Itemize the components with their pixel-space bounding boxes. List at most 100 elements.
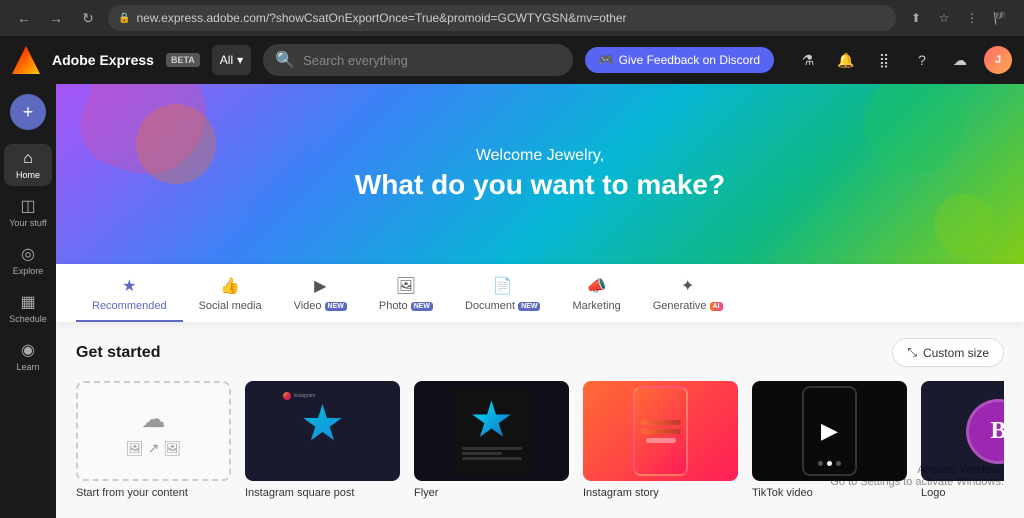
insta-star [303, 404, 343, 444]
video-new-badge: NEW [325, 302, 347, 311]
flag-icon[interactable]: 🏴 [988, 6, 1012, 30]
sidebar-item-schedule[interactable]: ▦ Schedule [4, 286, 52, 330]
tab-marketing-label: Marketing [572, 300, 620, 312]
url-bar[interactable]: 🔒 new.express.adobe.com/?showCsatOnExpor… [108, 5, 896, 31]
flyer-lines [462, 445, 522, 462]
flyer-line-2 [462, 452, 502, 455]
top-nav: Adobe Express BETA All ▾ 🔍 🎮 Give Feedba… [0, 36, 1024, 84]
template-card-tiktok[interactable]: ▶ TikTok video [752, 381, 907, 499]
sidebar-label-learn: Learn [16, 362, 39, 372]
card-thumb-insta-square: instagram [245, 381, 400, 481]
sidebar-label-schedule: Schedule [9, 314, 47, 324]
photo-new-badge: NEW [411, 302, 433, 311]
insta-mockup: instagram [278, 387, 368, 475]
nav-icons: ⚗ 🔔 ⣿ ? ☁ J [794, 46, 1012, 74]
photo-small-icon: 🖼 [126, 440, 144, 457]
card-label-from-content: Start from your content [76, 487, 231, 499]
template-card-logo[interactable]: B Logo [921, 381, 1004, 499]
generative-ai-badge: AI [710, 302, 723, 311]
sidebar-item-your-stuff[interactable]: ◫ Your stuff [4, 190, 52, 234]
add-button[interactable]: + [10, 94, 46, 130]
tab-recommended[interactable]: ★ Recommended [76, 264, 183, 322]
template-card-from-content[interactable]: ☁ 🖼 ↗ 🖼 Start from your content [76, 381, 231, 499]
flask-icon[interactable]: ⚗ [794, 46, 822, 74]
discord-button[interactable]: 🎮 Give Feedback on Discord [585, 47, 774, 73]
card-label-flyer: Flyer [414, 487, 569, 499]
app-name: Adobe Express [52, 52, 154, 68]
flyer-line-1 [462, 447, 522, 450]
refresh-button[interactable]: ↻ [76, 6, 100, 30]
help-icon[interactable]: ? [908, 46, 936, 74]
flyer-badge [472, 401, 512, 441]
browser-menu-icon[interactable]: ⋮ [960, 6, 984, 30]
back-button[interactable]: ← [12, 6, 36, 30]
logo-card-inner: B [949, 386, 1005, 476]
tab-video[interactable]: ▶ Video NEW [278, 264, 363, 322]
hero-welcome: Welcome Jewelry, [355, 147, 725, 165]
tab-recommended-label: Recommended [92, 300, 167, 312]
tiktok-dot-1 [818, 461, 823, 466]
search-icon: 🔍 [275, 50, 295, 70]
cloud-icon[interactable]: ☁ [946, 46, 974, 74]
story-bar-3 [646, 438, 676, 443]
tab-social-media-label: Social media [199, 300, 262, 312]
forward-button[interactable]: → [44, 6, 68, 30]
generative-icon: ✦ [681, 276, 694, 296]
tab-generative[interactable]: ✦ Generative AI [637, 264, 739, 322]
search-bar[interactable]: 🔍 [263, 44, 572, 76]
social-media-icon: 👍 [220, 276, 240, 296]
tab-bar-container: ★ Recommended 👍 Social media ▶ Video NEW [56, 264, 1024, 322]
tab-photo-label: Photo [379, 300, 408, 312]
sidebar-item-explore[interactable]: ◎ Explore [4, 238, 52, 282]
story-bar-2 [641, 429, 681, 434]
insta-avatar [283, 392, 291, 400]
tiktok-dot-2 [827, 461, 832, 466]
browser-actions: ⬆ ☆ ⋮ 🏴 [904, 6, 1012, 30]
tab-marketing[interactable]: 📣 Marketing [556, 264, 636, 322]
url-text: new.express.adobe.com/?showCsatOnExportO… [136, 11, 886, 25]
template-cards: ☁ 🖼 ↗ 🖼 Start from your content [76, 381, 1004, 507]
custom-size-button[interactable]: ⤡ Custom size [892, 338, 1004, 367]
star-icon[interactable]: ☆ [932, 6, 956, 30]
photo-icon: 🖼 [396, 276, 416, 296]
apps-icon[interactable]: ⣿ [870, 46, 898, 74]
document-icon: 📄 [493, 276, 513, 296]
hero-decoration-2 [136, 104, 216, 184]
tab-generative-label: Generative [653, 300, 707, 312]
tab-bar: ★ Recommended 👍 Social media ▶ Video NEW [76, 264, 1004, 322]
resize-icon: ⤡ [907, 345, 917, 360]
bell-icon[interactable]: 🔔 [832, 46, 860, 74]
search-scope-select[interactable]: All ▾ [212, 45, 251, 75]
marketing-icon: 📣 [587, 276, 607, 296]
tab-photo[interactable]: 🖼 Photo NEW [363, 264, 449, 322]
beta-badge: BETA [166, 53, 200, 67]
tiktok-dot-3 [836, 461, 841, 466]
card-label-insta-square: Instagram square post [245, 487, 400, 499]
hero-title: What do you want to make? [355, 169, 725, 201]
custom-size-label: Custom size [923, 346, 989, 360]
scope-chevron-icon: ▾ [237, 53, 243, 67]
insta-header: instagram [283, 392, 363, 400]
tab-social-media[interactable]: 👍 Social media [183, 264, 278, 322]
document-new-badge: NEW [518, 302, 540, 311]
sidebar-label-explore: Explore [13, 266, 44, 276]
discord-label: Give Feedback on Discord [619, 53, 760, 67]
sidebar: + ⌂ Home ◫ Your stuff ◎ Explore ▦ Schedu… [0, 84, 56, 518]
card-thumb-tiktok: ▶ [752, 381, 907, 481]
card-thumb-from-content: ☁ 🖼 ↗ 🖼 [76, 381, 231, 481]
template-card-insta-story[interactable]: Instagram story [583, 381, 738, 499]
card-thumb-flyer [414, 381, 569, 481]
template-card-flyer[interactable]: Flyer [414, 381, 569, 499]
sidebar-item-home[interactable]: ⌂ Home [4, 144, 52, 186]
section-title: Get started [76, 344, 160, 362]
avatar[interactable]: J [984, 46, 1012, 74]
template-card-insta-square[interactable]: instagram Instagram square post [245, 381, 400, 499]
share-icon[interactable]: ⬆ [904, 6, 928, 30]
logo-badge: B [966, 399, 1004, 464]
sidebar-item-learn[interactable]: ◉ Learn [4, 334, 52, 378]
tab-document[interactable]: 📄 Document NEW [449, 264, 556, 322]
tab-video-label: Video [294, 300, 322, 312]
img-icons: 🖼 ↗ 🖼 [126, 440, 181, 457]
main-layout: + ⌂ Home ◫ Your stuff ◎ Explore ▦ Schedu… [0, 84, 1024, 518]
search-input[interactable] [303, 53, 561, 68]
